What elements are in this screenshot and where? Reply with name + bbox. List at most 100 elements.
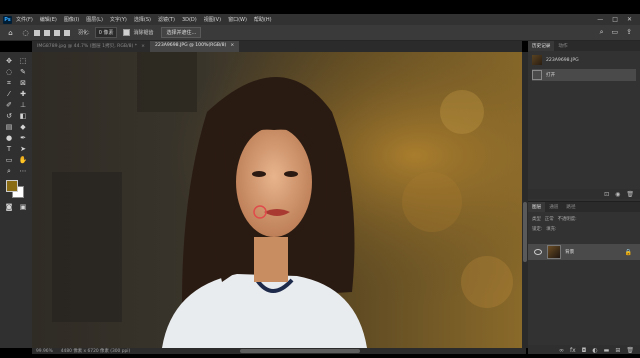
photoshop-logo: Ps bbox=[3, 15, 12, 24]
eraser-tool-icon[interactable]: ◧ bbox=[16, 111, 30, 121]
layer-filter-row: 类型 正常 不透明度: bbox=[532, 216, 636, 222]
layer-name[interactable]: 背景 bbox=[565, 249, 574, 255]
tab-layers[interactable]: 图层 bbox=[528, 202, 546, 212]
tab-223a9698[interactable]: 223A9698.JPG @ 100%(RGB/8) × bbox=[149, 41, 240, 52]
menu-filter[interactable]: 滤镜(T) bbox=[158, 16, 175, 23]
history-item-label: 打开 bbox=[546, 73, 556, 78]
new-selection-icon[interactable] bbox=[34, 29, 40, 36]
layer-thumbnail bbox=[547, 245, 561, 259]
shape-tool-icon[interactable]: ▭ bbox=[2, 155, 16, 165]
eyedropper-tool-icon[interactable]: ⁄ bbox=[2, 89, 16, 99]
lasso-tool-icon[interactable]: ◌ bbox=[21, 28, 30, 37]
top-letterbox bbox=[0, 0, 640, 14]
fx-icon[interactable]: fx bbox=[570, 347, 576, 354]
delete-icon[interactable]: 🗑 bbox=[626, 191, 634, 198]
type-tool-icon[interactable]: T bbox=[2, 144, 16, 154]
antialias-label: 消除锯齿 bbox=[133, 30, 154, 36]
tools-panel: ✥ ⬚ ◌ ✎ ⌗ ⊠ ⁄ ✚ ✐ ⊥ ↺ ◧ ▤ ◆ ● ✒ T ➤ ▭ ✋ … bbox=[0, 52, 33, 348]
stamp-tool-icon[interactable]: ⊥ bbox=[16, 100, 30, 110]
document-tabs: IMG8789.jpg @ 44.7% (图层 1拷贝, RGB/8) * × 2… bbox=[32, 41, 522, 52]
menu-file[interactable]: 文件(F) bbox=[16, 16, 33, 23]
hand-tool-icon[interactable]: ✋ bbox=[16, 155, 30, 165]
minimize-button[interactable]: — bbox=[597, 16, 603, 23]
workspace-icon[interactable]: ▭ bbox=[612, 28, 619, 37]
document-canvas[interactable] bbox=[32, 52, 522, 348]
portrait-photo bbox=[32, 52, 522, 348]
antialias-checkbox[interactable] bbox=[123, 29, 131, 36]
link-layers-icon[interactable]: ∞ bbox=[559, 347, 564, 354]
layer-background[interactable]: 背景 🔒 bbox=[528, 244, 640, 260]
marquee-tool-icon[interactable]: ⬚ bbox=[16, 56, 30, 66]
adjustment-icon[interactable]: ◐ bbox=[592, 347, 597, 354]
foreground-color-swatch[interactable] bbox=[6, 180, 18, 192]
tab-history[interactable]: 历史记录 bbox=[528, 41, 555, 51]
options-bar: ⌂ ◌ 羽化: 0 像素 消除锯齿 选择并遮住... ⌕ ▭ ⇪ bbox=[0, 25, 640, 41]
blur-tool-icon[interactable]: ◆ bbox=[16, 122, 30, 132]
close-tab-icon[interactable]: × bbox=[141, 44, 145, 49]
lock-icon[interactable]: 🔒 bbox=[625, 249, 632, 256]
tab-label: IMG8789.jpg @ 44.7% (图层 1拷贝, RGB/8) * bbox=[37, 44, 138, 49]
mask-icon[interactable]: ◘ bbox=[582, 347, 587, 354]
new-document-icon[interactable]: ⊡ bbox=[604, 191, 609, 198]
new-layer-icon[interactable]: ⊞ bbox=[615, 347, 620, 354]
blend-mode-select[interactable]: 正常 bbox=[545, 216, 554, 222]
brush-tool-icon[interactable]: ✐ bbox=[2, 100, 16, 110]
frame-tool-icon[interactable]: ⊠ bbox=[16, 78, 30, 88]
horizontal-scrollbar[interactable] bbox=[240, 349, 360, 353]
pen-tool-icon[interactable]: ✒ bbox=[16, 133, 30, 143]
tab-actions[interactable]: 动作 bbox=[554, 43, 571, 49]
layer-kind-filter[interactable]: 类型 bbox=[532, 216, 541, 222]
maximize-button[interactable]: □ bbox=[612, 16, 618, 23]
visibility-eye-icon[interactable] bbox=[534, 249, 542, 255]
quick-mask-icon[interactable]: ◙ bbox=[2, 202, 16, 212]
close-tab-icon[interactable]: × bbox=[230, 43, 234, 48]
right-panels: 历史记录 动作 223A9698.JPG 打开 ⊡ ◉ 🗑 图层 通道 路径 类… bbox=[528, 41, 640, 355]
history-brush-icon[interactable]: ↺ bbox=[2, 111, 16, 121]
menu-window[interactable]: 窗口(W) bbox=[228, 16, 247, 23]
menu-edit[interactable]: 编辑(E) bbox=[40, 16, 57, 23]
close-button[interactable]: ✕ bbox=[627, 16, 632, 23]
tab-channels[interactable]: 通道 bbox=[545, 204, 562, 210]
path-select-icon[interactable]: ➤ bbox=[16, 144, 30, 154]
menu-view[interactable]: 视图(V) bbox=[204, 16, 221, 23]
folder-icon[interactable]: ▬ bbox=[604, 347, 610, 354]
more-tools-icon[interactable]: ⋯ bbox=[16, 166, 30, 176]
menu-bar: Ps 文件(F) 编辑(E) 图像(I) 图层(L) 文字(Y) 选择(S) 滤… bbox=[0, 14, 640, 25]
menu-type[interactable]: 文字(Y) bbox=[110, 16, 127, 23]
snapshot-icon[interactable]: ◉ bbox=[615, 191, 620, 198]
zoom-level[interactable]: 99.96% bbox=[36, 349, 53, 354]
tab-img8789[interactable]: IMG8789.jpg @ 44.7% (图层 1拷贝, RGB/8) * × bbox=[32, 41, 150, 52]
lasso-tool-icon[interactable]: ◌ bbox=[2, 67, 16, 77]
intersect-selection-icon[interactable] bbox=[64, 29, 70, 36]
tab-label: 223A9698.JPG @ 100%(RGB/8) bbox=[154, 43, 227, 48]
healing-brush-icon[interactable]: ✚ bbox=[16, 89, 30, 99]
select-and-mask-button[interactable]: 选择并遮住... bbox=[161, 27, 202, 38]
feather-input[interactable]: 0 像素 bbox=[94, 27, 118, 38]
window-controls: — □ ✕ bbox=[597, 16, 640, 23]
history-item[interactable]: 打开 bbox=[532, 69, 636, 81]
move-tool-icon[interactable]: ✥ bbox=[2, 56, 16, 66]
tab-paths[interactable]: 路径 bbox=[562, 204, 579, 210]
search-icon[interactable]: ⌕ bbox=[600, 28, 604, 37]
delete-layer-icon[interactable]: 🗑 bbox=[626, 347, 634, 354]
menu-select[interactable]: 选择(S) bbox=[134, 16, 151, 23]
crop-tool-icon[interactable]: ⌗ bbox=[2, 78, 16, 88]
share-icon[interactable]: ⇪ bbox=[626, 28, 632, 37]
subtract-selection-icon[interactable] bbox=[54, 29, 60, 36]
history-snapshot[interactable]: 223A9698.JPG bbox=[532, 54, 636, 66]
feather-label: 羽化: bbox=[78, 30, 90, 36]
add-selection-icon[interactable] bbox=[44, 29, 50, 36]
home-icon[interactable]: ⌂ bbox=[6, 28, 15, 37]
quick-select-tool-icon[interactable]: ✎ bbox=[16, 67, 30, 77]
menu-image[interactable]: 图像(I) bbox=[64, 16, 79, 23]
scroll-thumb[interactable] bbox=[523, 202, 527, 262]
layer-lock-row: 锁定: 填充: bbox=[532, 226, 636, 232]
gradient-tool-icon[interactable]: ▤ bbox=[2, 122, 16, 132]
menu-help[interactable]: 帮助(H) bbox=[254, 16, 272, 23]
menu-3d[interactable]: 3D(D) bbox=[182, 17, 197, 23]
zoom-tool-icon[interactable]: ⌕ bbox=[2, 166, 16, 176]
menu-layer[interactable]: 图层(L) bbox=[86, 16, 103, 23]
screen-mode-icon[interactable]: ▣ bbox=[16, 202, 30, 212]
color-swatches bbox=[4, 180, 34, 200]
dodge-tool-icon[interactable]: ● bbox=[2, 133, 16, 143]
